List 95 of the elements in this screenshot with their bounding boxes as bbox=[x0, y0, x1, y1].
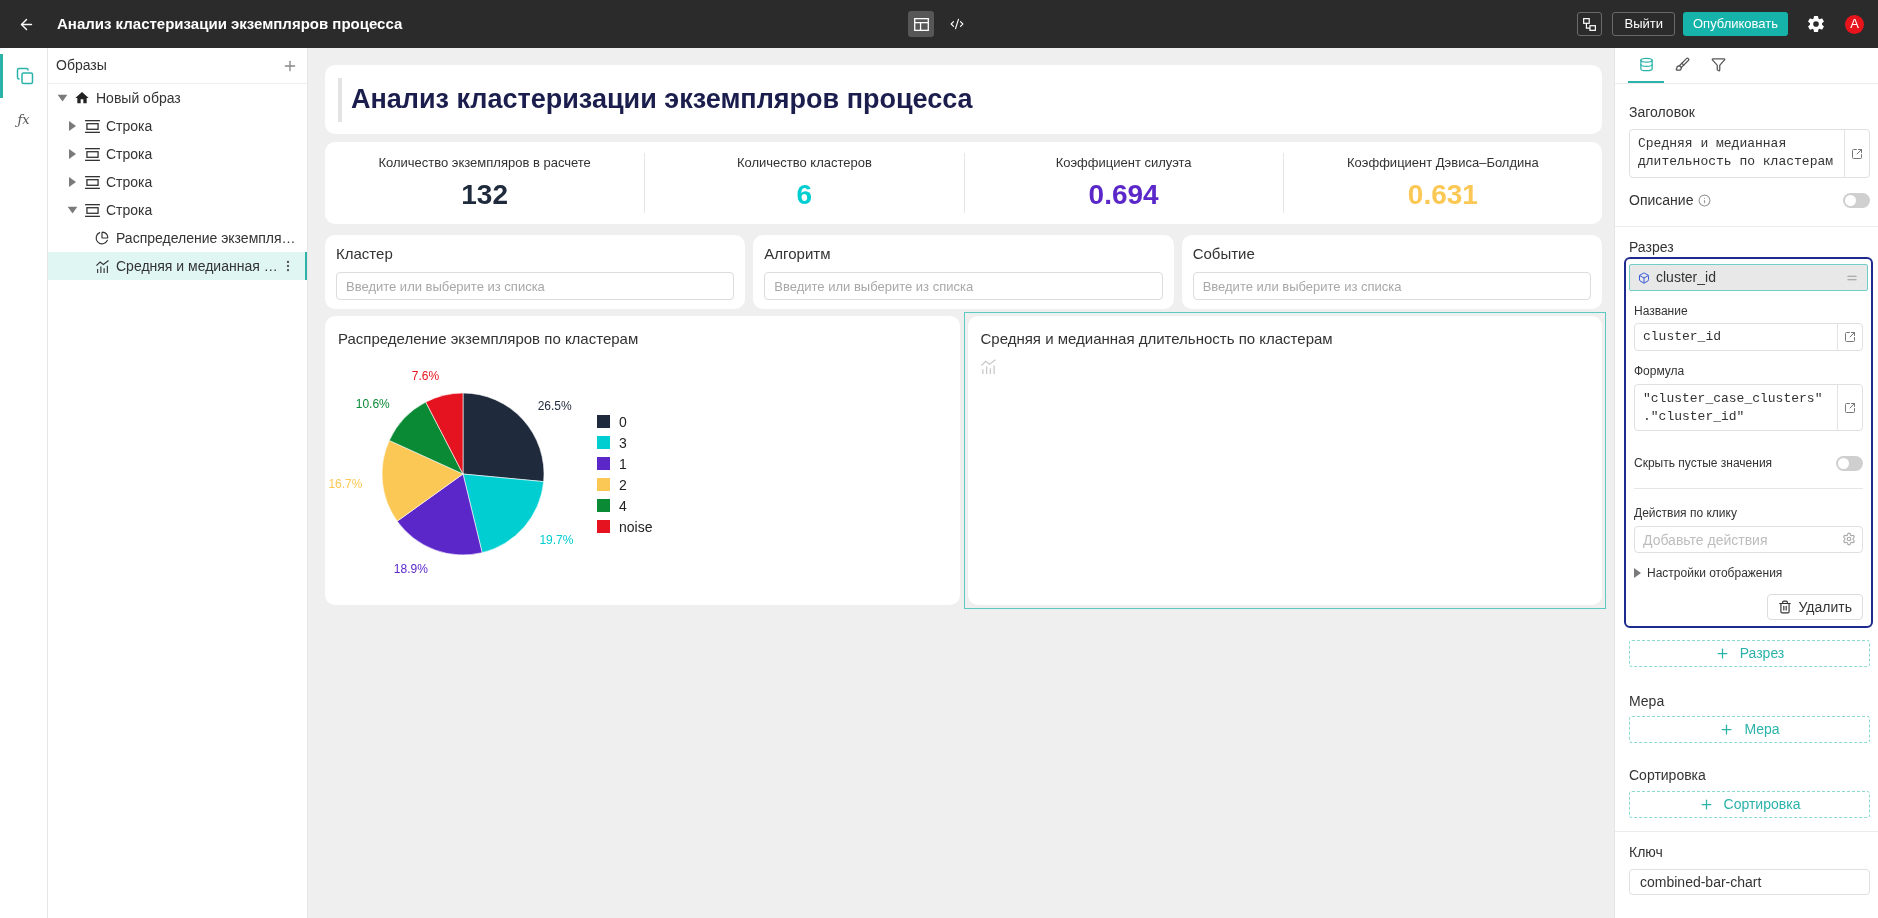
hide-empty-label: Скрыть пустые значения bbox=[1634, 455, 1773, 472]
database-icon bbox=[1638, 57, 1654, 72]
slice-label: 10.6% bbox=[355, 397, 390, 412]
tree-item[interactable]: Строка bbox=[48, 196, 307, 224]
key-field[interactable]: combined-bar-chart bbox=[1629, 869, 1870, 895]
hierarchy-icon bbox=[1583, 17, 1597, 31]
legend-label: 2 bbox=[619, 477, 627, 492]
brush-icon bbox=[1674, 57, 1690, 72]
kpi-value: 0.631 bbox=[1407, 179, 1478, 211]
section-label: Ключ bbox=[1629, 843, 1664, 862]
title-field[interactable]: Средняя и медианная длительность по кластерам bbox=[1629, 129, 1870, 178]
hide-empty-toggle[interactable] bbox=[1836, 455, 1863, 471]
dimension-item[interactable]: cluster_id bbox=[1629, 264, 1868, 291]
slice-label: 7.6% bbox=[411, 368, 440, 383]
avatar[interactable]: A bbox=[1845, 14, 1864, 34]
home-icon bbox=[74, 90, 90, 106]
delete-button[interactable]: Удалить bbox=[1766, 594, 1863, 620]
plus-icon bbox=[1719, 722, 1735, 737]
chart-title: Средняя и медианная длительность по кластерам bbox=[980, 329, 1334, 349]
legend-label: 3 bbox=[619, 435, 627, 450]
section-label: Мера bbox=[1629, 692, 1666, 711]
bar-chart-icon bbox=[95, 259, 109, 273]
row-icon bbox=[84, 119, 100, 133]
trash-icon bbox=[1777, 600, 1792, 614]
legend-label: 1 bbox=[619, 456, 627, 471]
description-toggle[interactable] bbox=[1843, 192, 1870, 208]
tree-item[interactable]: Строка bbox=[48, 140, 307, 168]
tree-item[interactable]: Строка bbox=[48, 112, 307, 140]
info-icon[interactable] bbox=[1698, 193, 1712, 207]
display-settings-toggle[interactable]: Настройки отображения bbox=[1634, 565, 1863, 581]
layout-view-button[interactable] bbox=[908, 11, 934, 37]
caret-icon[interactable] bbox=[57, 94, 67, 102]
section-label: Сортировка bbox=[1629, 766, 1707, 785]
filter-input[interactable]: Введите или выберите из списка bbox=[336, 272, 735, 300]
slice-label: 19.7% bbox=[539, 533, 574, 548]
caret-icon[interactable] bbox=[67, 206, 77, 214]
external-link-icon[interactable] bbox=[1844, 401, 1856, 414]
tree-item[interactable]: Строка bbox=[48, 168, 307, 196]
kpi-value: 0.694 bbox=[1088, 179, 1159, 211]
pages-icon bbox=[16, 67, 34, 85]
code-icon bbox=[950, 17, 964, 31]
kpi-label: Коэффициент Дэвиса–Болдина bbox=[1347, 155, 1539, 171]
slice-label: 26.5% bbox=[537, 399, 572, 414]
funnel-icon bbox=[1710, 57, 1726, 72]
external-link-icon[interactable] bbox=[1844, 331, 1856, 343]
actions-field[interactable]: Добавьте действия bbox=[1634, 526, 1863, 553]
kpi-label: Количество экземпляров в расчете bbox=[378, 155, 591, 171]
kpi-value: 6 bbox=[796, 179, 813, 211]
filter-label: Событие bbox=[1192, 244, 1256, 264]
plus-icon bbox=[1714, 646, 1730, 661]
formula-field[interactable]: "cluster_case_clusters"."cluster_id" bbox=[1634, 384, 1863, 431]
caret-icon[interactable] bbox=[68, 149, 76, 159]
legend-label: 4 bbox=[619, 498, 627, 513]
bar-chart-icon bbox=[980, 359, 996, 374]
exit-button[interactable]: Выйти bbox=[1612, 12, 1675, 36]
page-title: Анализ кластеризации экземпляров процесса bbox=[57, 13, 403, 34]
caret-icon[interactable] bbox=[1634, 568, 1641, 578]
row-icon bbox=[84, 147, 100, 161]
row-icon bbox=[84, 175, 100, 189]
section-label: Заголовок bbox=[1629, 103, 1696, 122]
field-label: Название bbox=[1634, 303, 1689, 319]
filter-input[interactable]: Введите или выберите из списка bbox=[764, 272, 1163, 300]
filter-label: Алгоритм bbox=[764, 244, 832, 264]
row-icon bbox=[84, 203, 100, 217]
kpi-value: 132 bbox=[461, 179, 508, 211]
kpi-label: Коэффициент силуэта bbox=[1055, 155, 1192, 171]
chart-title: Распределение экземпляров по кластерам bbox=[338, 329, 640, 349]
slice-label: 18.9% bbox=[393, 561, 428, 576]
settings-icon[interactable] bbox=[1807, 15, 1825, 33]
caret-icon[interactable] bbox=[68, 177, 76, 187]
name-field[interactable]: cluster_id bbox=[1634, 323, 1863, 351]
panel-title: Образы bbox=[56, 56, 107, 75]
filter-input[interactable]: Введите или выберите из списка bbox=[1192, 272, 1591, 300]
plus-icon bbox=[1698, 797, 1714, 812]
filter-label: Кластер bbox=[336, 244, 394, 264]
tree-item[interactable]: Распределение экземпля… bbox=[48, 224, 307, 252]
legend-label: noise bbox=[619, 519, 653, 534]
tree-item[interactable]: Новый образ bbox=[48, 84, 307, 112]
chart-card[interactable]: Средняя и медианная длительность по кластерам bbox=[963, 312, 1606, 609]
hierarchy-button[interactable] bbox=[1577, 12, 1603, 36]
section-label: Разрез bbox=[1629, 238, 1675, 257]
caret-icon[interactable] bbox=[68, 121, 76, 131]
tree-item[interactable]: Средняя и медианная … bbox=[48, 252, 307, 280]
field-label: Действия по клику bbox=[1634, 505, 1738, 521]
slice-label: 16.7% bbox=[328, 476, 363, 491]
pie-chart-icon bbox=[95, 231, 109, 245]
formula-tab[interactable]: ƒx bbox=[0, 98, 47, 142]
kpi-label: Количество кластеров bbox=[736, 155, 872, 171]
layout-icon bbox=[913, 17, 929, 31]
external-link-icon[interactable] bbox=[1851, 147, 1863, 160]
cube-icon bbox=[1638, 271, 1650, 284]
description-label: Описание bbox=[1629, 190, 1694, 210]
dashboard-title: Анализ кластеризации экземпляров процесса bbox=[351, 83, 973, 117]
field-label: Формула bbox=[1634, 363, 1686, 379]
legend-label: 0 bbox=[619, 414, 627, 429]
